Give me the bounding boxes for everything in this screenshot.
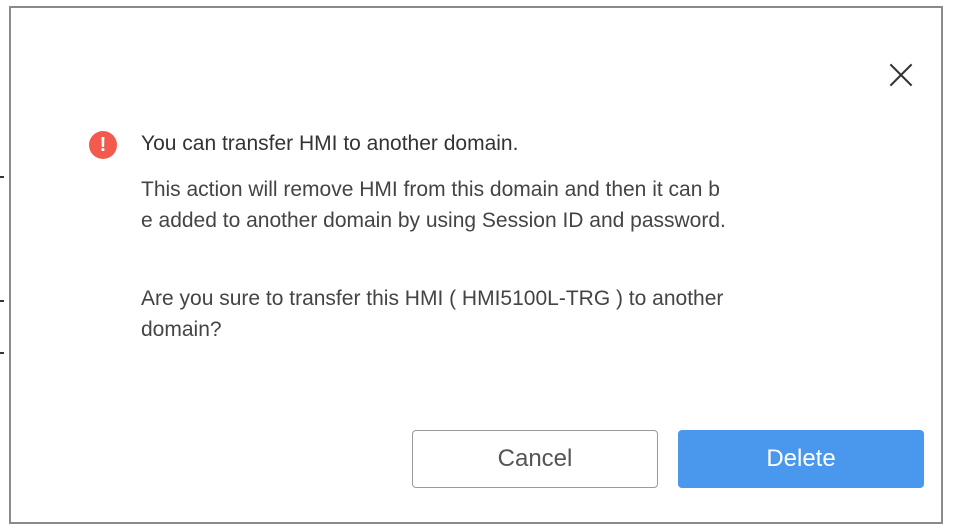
dialog-description: This action will remove HMI from this do… bbox=[141, 174, 901, 236]
exclamation-circle-icon: ! bbox=[89, 131, 117, 159]
background-edge-mark bbox=[0, 176, 4, 178]
close-icon[interactable] bbox=[884, 58, 918, 92]
description-line: e added to another domain by using Sessi… bbox=[141, 209, 726, 232]
dialog-confirm-question: Are you sure to transfer this HMI ( HMI5… bbox=[141, 283, 901, 345]
background-edge-mark bbox=[0, 352, 4, 354]
description-line: This action will remove HMI from this do… bbox=[141, 178, 720, 201]
cancel-button[interactable]: Cancel bbox=[412, 430, 658, 488]
transfer-hmi-dialog: ! You can transfer HMI to another domain… bbox=[9, 6, 943, 524]
delete-button[interactable]: Delete bbox=[678, 430, 924, 488]
confirm-line: Are you sure to transfer this HMI ( HMI5… bbox=[141, 287, 724, 310]
dialog-title: You can transfer HMI to another domain. bbox=[141, 132, 519, 155]
confirm-line: domain? bbox=[141, 318, 222, 341]
background-edge-mark bbox=[0, 300, 4, 302]
